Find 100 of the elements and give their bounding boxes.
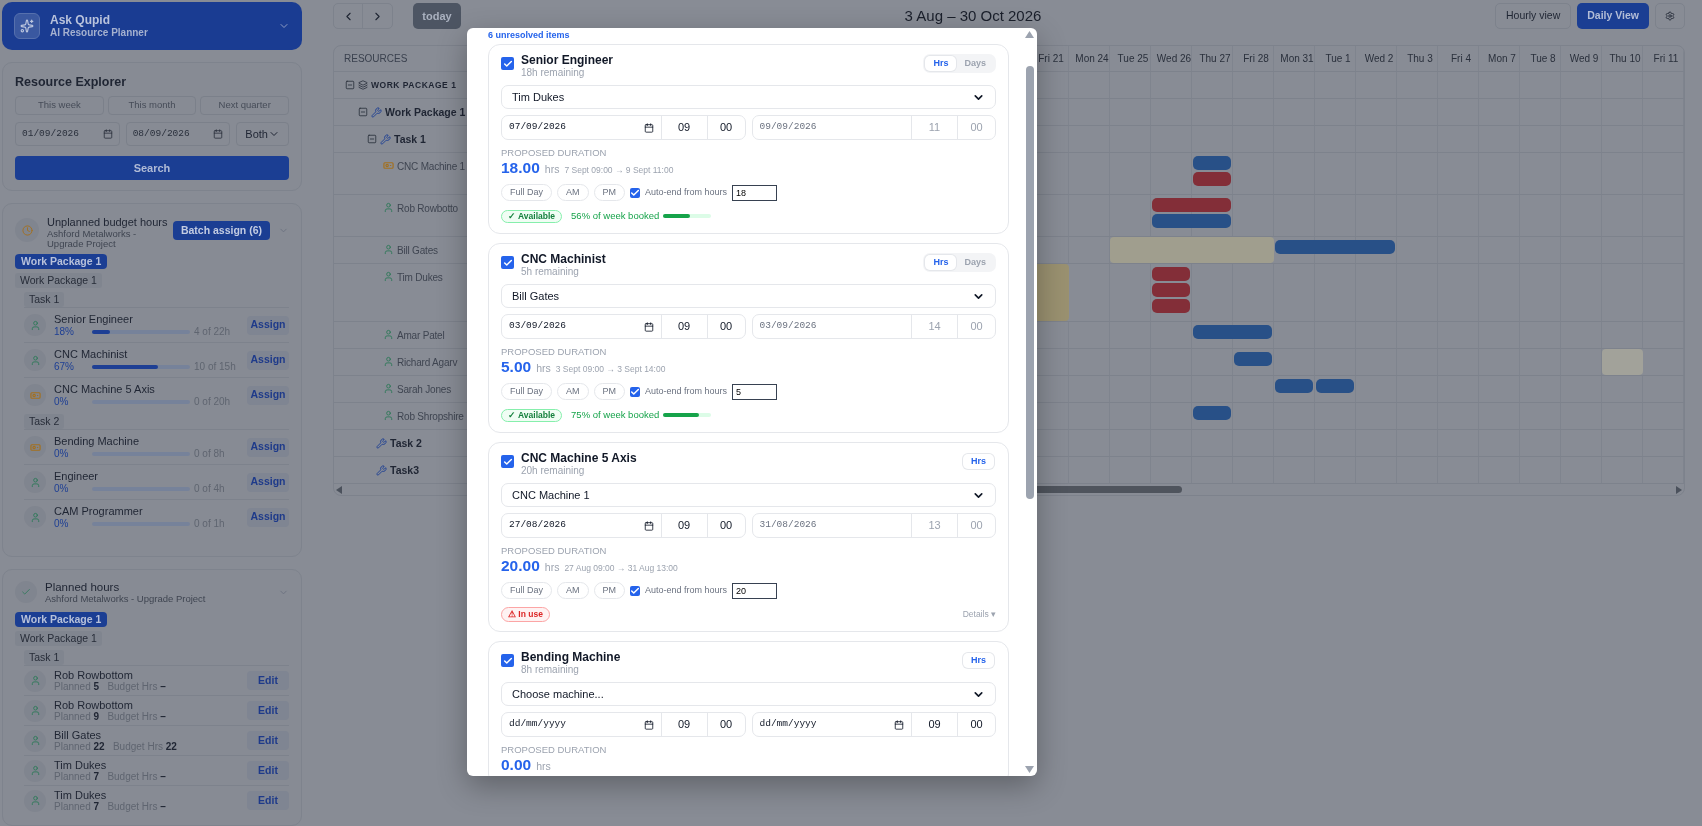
scroll-up-icon[interactable]: [1025, 31, 1034, 38]
vertical-scrollbar-thumb[interactable]: [1025, 66, 1034, 499]
edit-button[interactable]: Edit: [247, 731, 289, 750]
datetime-field[interactable]: 03/09/2026 14 00: [751, 314, 996, 339]
booking-bar[interactable]: [1233, 325, 1272, 339]
date-input[interactable]: 27/08/2026: [509, 518, 619, 533]
collapse-icon[interactable]: [367, 134, 377, 144]
assign-button[interactable]: Assign: [247, 507, 289, 527]
today-button[interactable]: today: [413, 3, 461, 29]
assistant-header[interactable]: Ask Qupid AI Resource Planner: [2, 2, 302, 50]
datetime-field[interactable]: dd/mm/yyyy 09 00: [751, 712, 996, 737]
booking-bar[interactable]: [1152, 198, 1192, 212]
datetime-field[interactable]: 09/09/2026 11 00: [751, 115, 996, 140]
assign-button[interactable]: Assign: [247, 437, 289, 457]
date-input[interactable]: dd/mm/yyyy: [509, 717, 619, 732]
assignee-select[interactable]: Bill Gates: [501, 284, 996, 308]
unresolved-link[interactable]: 6 unresolved items: [488, 29, 570, 41]
booking-bar[interactable]: [1152, 214, 1192, 228]
booking-bar[interactable]: [1193, 325, 1233, 339]
package-chip: Work Package 1: [15, 631, 102, 646]
hour-field[interactable]: 09: [660, 514, 707, 537]
minute-field[interactable]: 00: [706, 713, 745, 736]
hours-input[interactable]: 18: [732, 184, 778, 201]
assign-button[interactable]: Assign: [247, 350, 289, 370]
minute-field[interactable]: 00: [706, 514, 745, 537]
booking-bar[interactable]: [1152, 283, 1190, 297]
scroll-down-icon[interactable]: [1025, 766, 1034, 773]
datetime-field[interactable]: dd/mm/yyyy 09 00: [501, 712, 746, 737]
checkbox[interactable]: [501, 256, 514, 269]
date-input[interactable]: 07/09/2026: [509, 120, 619, 135]
collapse-icon[interactable]: [358, 107, 368, 117]
unit-toggle[interactable]: Hrs: [963, 653, 994, 668]
date-field[interactable]: 01/09/2026: [15, 122, 120, 146]
details-link[interactable]: Details ▾: [962, 607, 996, 621]
booking-bar[interactable]: [1193, 172, 1231, 186]
calendar-icon[interactable]: [894, 719, 904, 730]
edit-button[interactable]: Edit: [247, 791, 289, 810]
assignee-select[interactable]: CNC Machine 1: [501, 483, 996, 507]
booking-bar[interactable]: [1234, 352, 1272, 366]
checkbox[interactable]: [630, 386, 640, 397]
view-button[interactable]: Hourly view: [1494, 3, 1572, 29]
datetime-field[interactable]: 03/09/2026 09 00: [501, 314, 746, 339]
assign-button[interactable]: Assign: [247, 385, 289, 405]
checkbox[interactable]: [501, 455, 514, 468]
date-input[interactable]: dd/mm/yyyy: [759, 717, 870, 732]
settings-button[interactable]: [1655, 3, 1685, 29]
edit-button[interactable]: Edit: [247, 671, 289, 690]
filter-select[interactable]: Both: [236, 122, 289, 146]
search-button[interactable]: Search: [15, 156, 289, 180]
minute-field[interactable]: 00: [706, 116, 745, 139]
unit-toggle[interactable]: Hrs: [925, 56, 957, 71]
date-field[interactable]: 08/09/2026: [125, 122, 231, 146]
unit-toggle[interactable]: Hrs: [963, 454, 994, 469]
assign-button[interactable]: Assign: [247, 472, 289, 492]
calendar-icon[interactable]: [643, 520, 654, 531]
booking-bar[interactable]: [1192, 214, 1231, 228]
hour-field[interactable]: 09: [660, 315, 707, 338]
date-input[interactable]: 09/09/2026: [759, 120, 870, 135]
scroll-left-icon[interactable]: [336, 485, 343, 494]
collapse-icon[interactable]: [345, 80, 355, 90]
date-input[interactable]: 03/09/2026: [759, 319, 870, 334]
datetime-field[interactable]: 31/08/2026 13 00: [751, 513, 996, 538]
minute-field[interactable]: 00: [706, 315, 745, 338]
booking-bar[interactable]: [1356, 240, 1395, 254]
assignee-select[interactable]: Choose machine...: [501, 682, 996, 706]
booking-bar[interactable]: [1275, 240, 1315, 254]
booking-bar[interactable]: [1193, 406, 1231, 420]
hours-input[interactable]: 5: [732, 383, 778, 400]
resource-name: Tim Dukes: [54, 758, 108, 771]
calendar-icon[interactable]: [643, 321, 654, 332]
layers-icon: [358, 80, 368, 90]
hours-input[interactable]: 20: [732, 582, 778, 599]
datetime-field[interactable]: 27/08/2026 09 00: [501, 513, 746, 538]
assignee-select[interactable]: Tim Dukes: [501, 85, 996, 109]
calendar-icon[interactable]: [643, 122, 654, 133]
edit-button[interactable]: Edit: [247, 701, 289, 720]
booking-bar[interactable]: [1192, 198, 1231, 212]
checkbox[interactable]: [630, 585, 640, 596]
date-input[interactable]: 03/09/2026: [509, 319, 619, 334]
view-button[interactable]: Daily View: [1577, 3, 1649, 29]
datetime-field[interactable]: 07/09/2026 09 00: [501, 115, 746, 140]
booking-bar[interactable]: [1152, 267, 1190, 281]
edit-button[interactable]: Edit: [247, 761, 289, 780]
booking-bar[interactable]: [1152, 299, 1190, 313]
checkbox[interactable]: [501, 654, 514, 667]
hour-field[interactable]: 09: [660, 713, 707, 736]
calendar-icon[interactable]: [643, 719, 654, 730]
scroll-right-icon[interactable]: [1675, 485, 1682, 494]
unit-toggle[interactable]: Hrs: [925, 255, 957, 270]
date-input[interactable]: 31/08/2026: [759, 518, 870, 533]
checkbox[interactable]: [501, 57, 514, 70]
hour-field[interactable]: 09: [911, 713, 957, 736]
assign-button[interactable]: Assign: [247, 315, 289, 335]
booking-bar[interactable]: [1275, 379, 1313, 393]
booking-bar[interactable]: [1193, 156, 1231, 170]
hour-field[interactable]: 09: [660, 116, 707, 139]
minute-field[interactable]: 00: [957, 713, 995, 736]
booking-bar[interactable]: [1316, 379, 1354, 393]
checkbox[interactable]: [630, 187, 640, 198]
batch-assign-button[interactable]: Batch assign (6): [172, 221, 270, 240]
